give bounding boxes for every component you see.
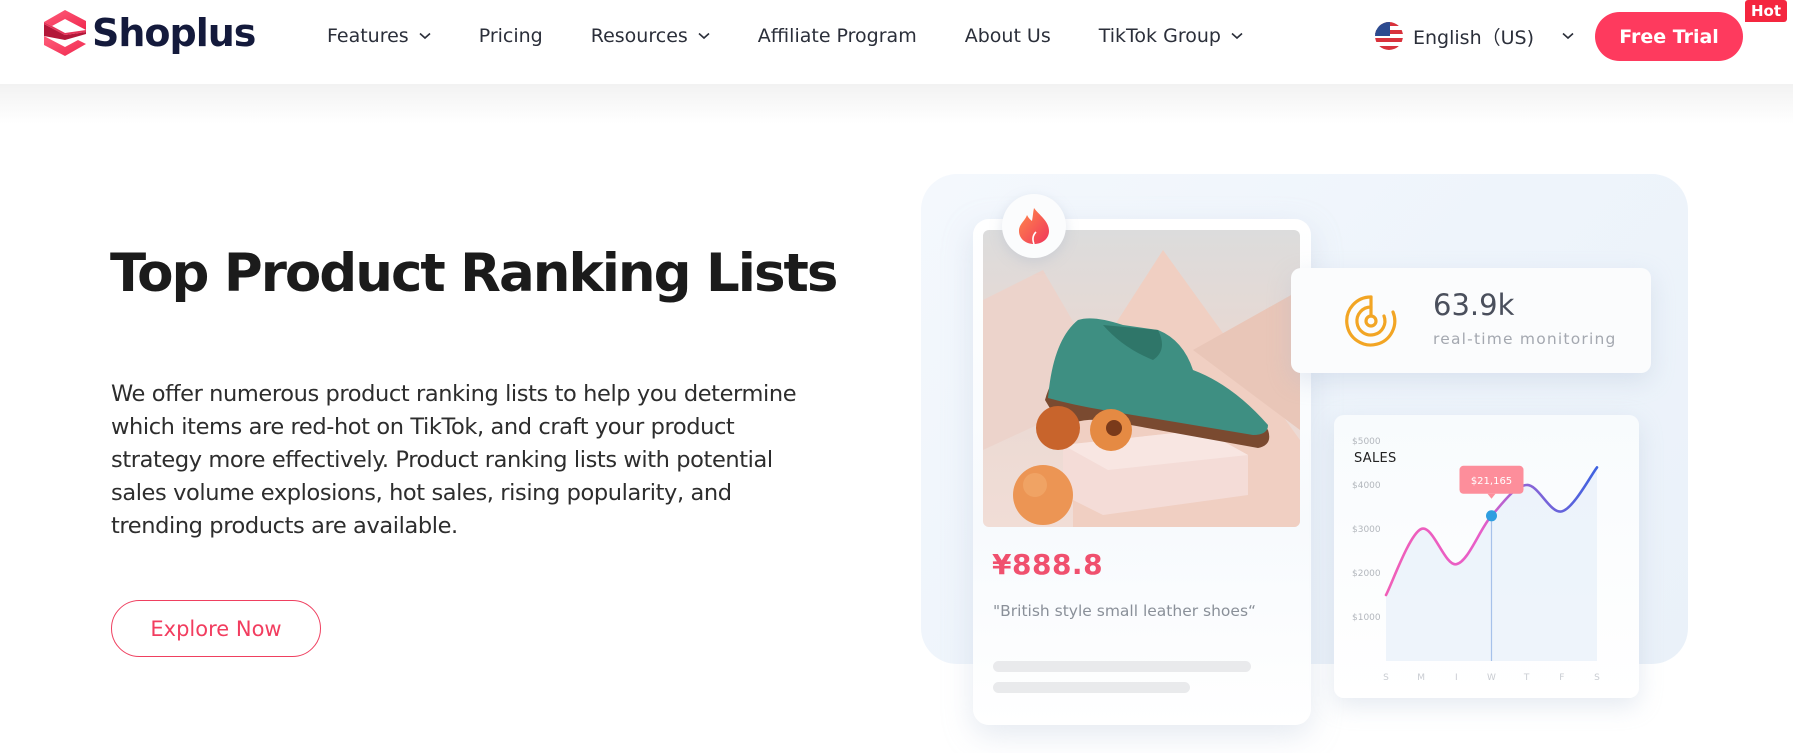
- shoplus-logo-icon: [44, 10, 86, 56]
- product-name: "British style small leather shoes“: [993, 602, 1257, 620]
- y-tick-label: $1000: [1352, 613, 1381, 623]
- y-tick-label: $5000: [1352, 437, 1381, 447]
- us-flag-icon: [1375, 22, 1403, 50]
- nav-affiliate-label: Affiliate Program: [757, 25, 917, 47]
- highlighted-data-point: [1486, 510, 1497, 522]
- flame-icon: [1019, 208, 1049, 245]
- x-tick-label: S: [1594, 673, 1600, 683]
- chevron-down-icon: [419, 32, 431, 40]
- x-tick-label: M: [1417, 673, 1425, 683]
- free-trial-button[interactable]: Free Trial: [1595, 12, 1743, 61]
- nav-features-label: Features: [327, 25, 409, 47]
- skeleton-line: [993, 682, 1190, 693]
- product-price: ¥888.8: [992, 548, 1104, 581]
- nav-pricing[interactable]: Pricing: [479, 25, 543, 47]
- monitoring-label: real-time monitoring: [1433, 330, 1617, 348]
- logo[interactable]: Shoplus: [44, 9, 256, 57]
- nav-pricing-label: Pricing: [478, 25, 543, 47]
- x-tick-label: S: [1383, 673, 1389, 683]
- skeleton-line: [993, 661, 1251, 672]
- page-title: Top Product Ranking Lists: [110, 243, 838, 304]
- nav-about-label: About Us: [964, 25, 1051, 47]
- nav-tiktok-label: TikTok Group: [1098, 25, 1221, 47]
- nav-tiktok-group[interactable]: TikTok Group: [1099, 25, 1243, 47]
- nav-affiliate-program[interactable]: Affiliate Program: [758, 25, 917, 47]
- hot-badge: Hot: [1745, 0, 1788, 22]
- y-tick-label: $4000: [1352, 481, 1381, 491]
- site-header: Shoplus Features Pricing Resources Affil…: [0, 0, 1793, 84]
- chevron-down-icon: [1562, 32, 1574, 40]
- chevron-down-icon: [1231, 32, 1243, 40]
- nav-resources-label: Resources: [590, 25, 688, 47]
- radar-icon: [1345, 295, 1397, 347]
- x-tick-label: T: [1523, 673, 1530, 683]
- main-nav: Features Pricing Resources Affiliate Pro…: [327, 20, 1291, 52]
- brand-name: Shoplus: [92, 11, 256, 55]
- nav-features[interactable]: Features: [327, 25, 431, 47]
- y-tick-label: $3000: [1352, 525, 1381, 535]
- x-tick-label: F: [1559, 673, 1564, 683]
- hero-description: We offer numerous product ranking lists …: [111, 381, 797, 539]
- flame-badge: [1002, 194, 1066, 258]
- y-tick-label: $2000: [1352, 569, 1381, 579]
- monitoring-value: 63.9k: [1433, 288, 1515, 322]
- shoe-photo-icon: [983, 250, 1300, 527]
- x-tick-label: W: [1487, 673, 1496, 683]
- product-image: [983, 230, 1300, 527]
- chevron-down-icon: [698, 32, 710, 40]
- header-divider: [0, 84, 1793, 124]
- nav-about-us[interactable]: About Us: [965, 25, 1051, 47]
- x-tick-label: I: [1455, 673, 1458, 683]
- language-selector[interactable]: English（US): [1375, 20, 1574, 52]
- chart-tooltip-label: $21,165: [1471, 476, 1512, 487]
- language-label: English（US): [1413, 26, 1534, 49]
- explore-now-button[interactable]: Explore Now: [111, 600, 321, 657]
- nav-resources[interactable]: Resources: [591, 25, 710, 47]
- sales-chart: $1000 $2000 $3000 $4000 $5000 S M I W T F S $21,16…: [1352, 437, 1600, 683]
